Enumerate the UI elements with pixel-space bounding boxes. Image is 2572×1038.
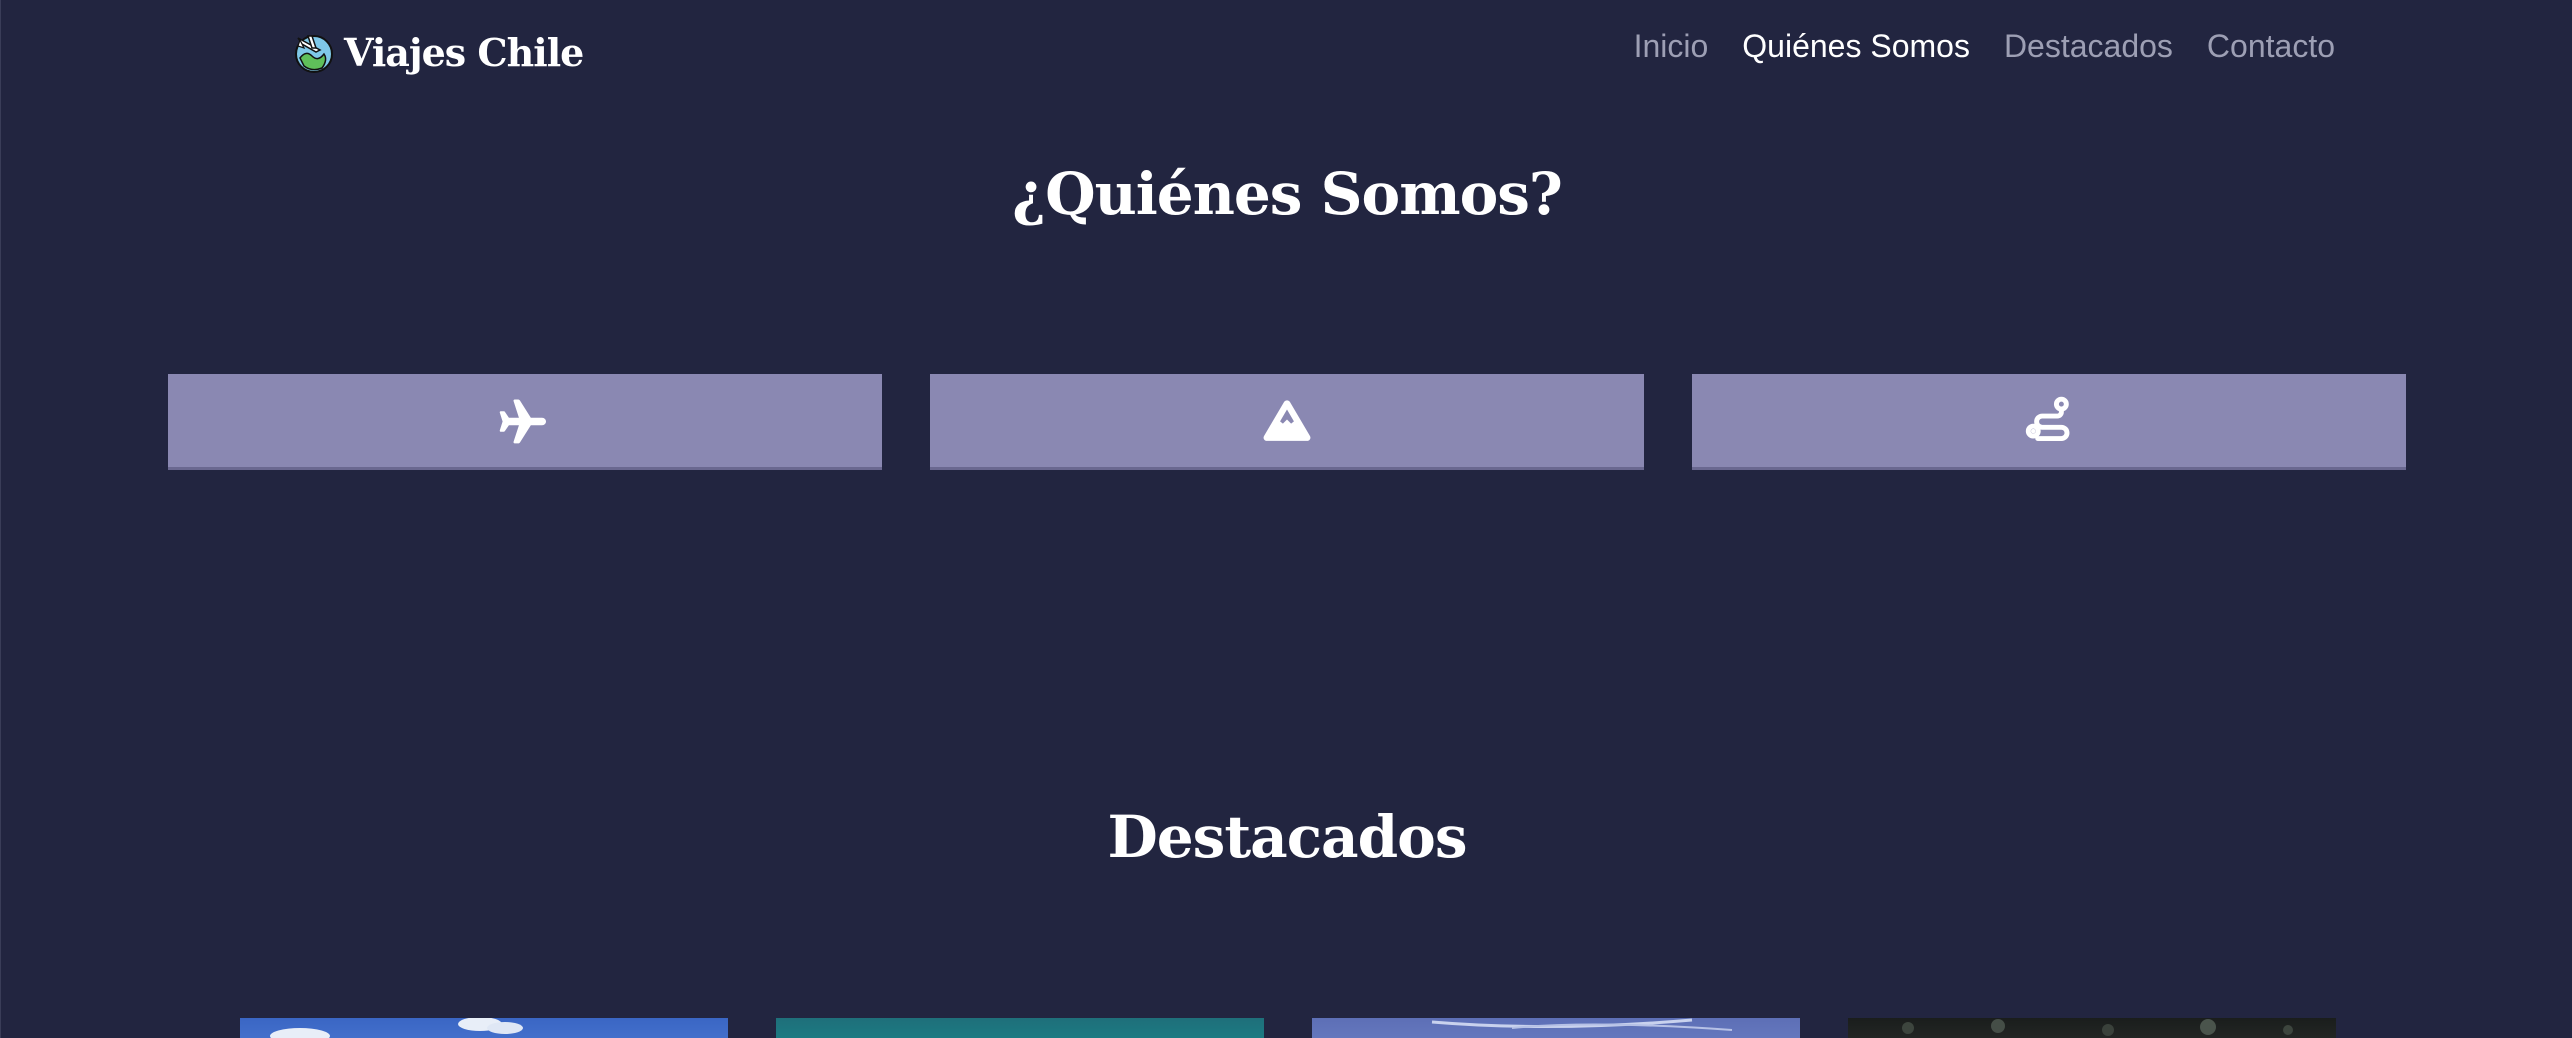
navbar: Viajes Chile Inicio Quiénes Somos Destac… (1, 0, 2572, 104)
cloud-streaks (1431, 1018, 1733, 1031)
featured-gallery (240, 1018, 2336, 1038)
foliage-texture (1902, 1019, 2293, 1036)
brand-link[interactable]: Viajes Chile (290, 22, 584, 82)
featured-image-2[interactable] (776, 1018, 1264, 1038)
featured-image-1[interactable] (240, 1018, 728, 1038)
about-card-routes[interactable] (1692, 374, 2406, 470)
nav-item-destacados[interactable]: Destacados (2004, 28, 2173, 64)
about-card-nature[interactable] (930, 374, 1644, 470)
route-icon (2025, 396, 2070, 441)
about-card-travel[interactable] (168, 374, 882, 470)
nav-item-contacto[interactable]: Contacto (2207, 28, 2335, 64)
page: Viajes Chile Inicio Quiénes Somos Destac… (0, 0, 2572, 1038)
about-cards (168, 374, 2406, 470)
mountain-icon (1263, 399, 1311, 441)
nav-menu: Inicio Quiénes Somos Destacados Contacto (1634, 28, 2335, 65)
brand-name: Viajes Chile (344, 29, 584, 75)
featured-image-3[interactable] (1312, 1018, 1800, 1038)
about-section-title: ¿Quiénes Somos? (1012, 160, 1563, 228)
cloud-shape (270, 1018, 523, 1038)
globe-airplane-icon (295, 35, 333, 73)
airplane-icon (499, 399, 546, 443)
nav-item-quienes-somos[interactable]: Quiénes Somos (1742, 28, 1970, 64)
featured-section-title: Destacados (1107, 803, 1467, 871)
featured-image-4[interactable] (1848, 1018, 2336, 1038)
nav-item-inicio[interactable]: Inicio (1634, 28, 1709, 64)
